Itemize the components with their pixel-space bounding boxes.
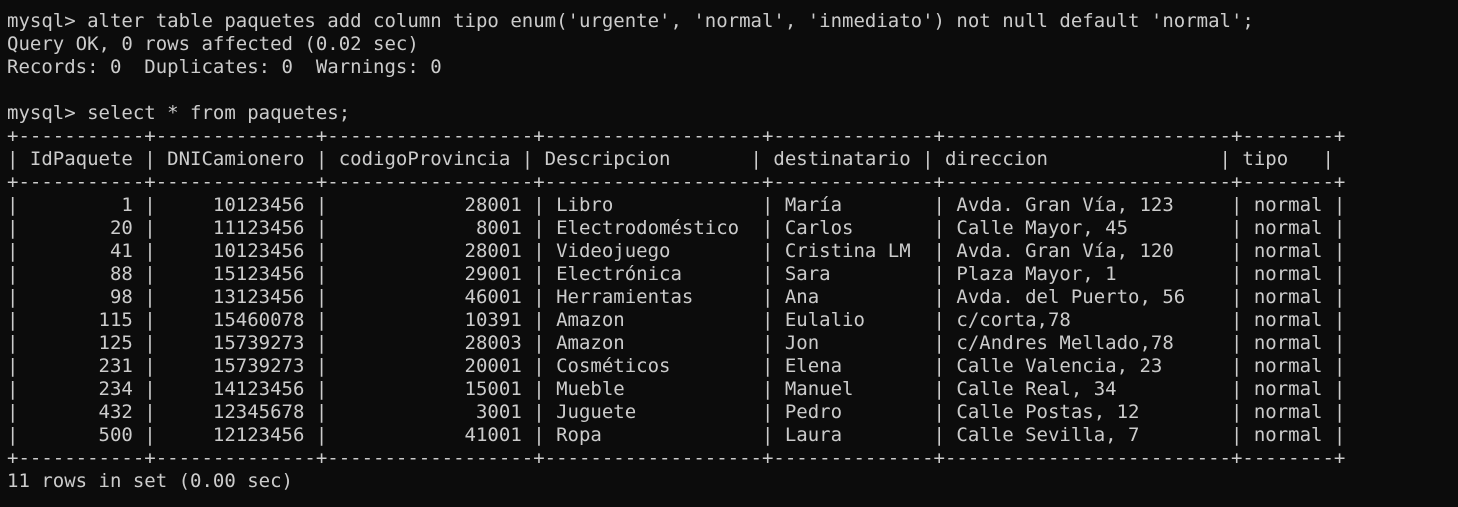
table-row: | 41 | 10123456 | 28001 | Videojuego | C… (7, 240, 1346, 262)
table-row: | 20 | 11123456 | 8001 | Electrodoméstic… (7, 217, 1346, 239)
table-header-row: | IdPaquete | DNICamionero | codigoProvi… (7, 148, 1334, 170)
table-border-bottom: +-----------+--------------+------------… (7, 447, 1346, 469)
table-row: | 231 | 15739273 | 20001 | Cosméticos | … (7, 355, 1346, 377)
table-border-top: +-----------+--------------+------------… (7, 125, 1346, 147)
terminal-window[interactable]: mysql> alter table paquetes add column t… (0, 0, 1458, 507)
table-row: | 88 | 15123456 | 29001 | Electrónica | … (7, 263, 1346, 285)
table-row: | 98 | 13123456 | 46001 | Herramientas |… (7, 286, 1346, 308)
output-query-ok: Query OK, 0 rows affected (0.02 sec) (7, 33, 419, 55)
command-line-select: mysql> select * from paquetes; (7, 102, 351, 124)
command-line-alter: mysql> alter table paquetes add column t… (7, 10, 1254, 32)
output-records: Records: 0 Duplicates: 0 Warnings: 0 (7, 56, 442, 78)
table-row: | 500 | 12123456 | 41001 | Ropa | Laura … (7, 424, 1346, 446)
output-rows-in-set: 11 rows in set (0.00 sec) (7, 470, 293, 492)
table-row: | 125 | 15739273 | 28003 | Amazon | Jon … (7, 332, 1346, 354)
table-row: | 432 | 12345678 | 3001 | Juguete | Pedr… (7, 401, 1346, 423)
table-row: | 1 | 10123456 | 28001 | Libro | María |… (7, 194, 1346, 216)
table-border-header: +-----------+--------------+------------… (7, 171, 1346, 193)
table-row: | 115 | 15460078 | 10391 | Amazon | Eula… (7, 309, 1346, 331)
table-row: | 234 | 14123456 | 15001 | Mueble | Manu… (7, 378, 1346, 400)
